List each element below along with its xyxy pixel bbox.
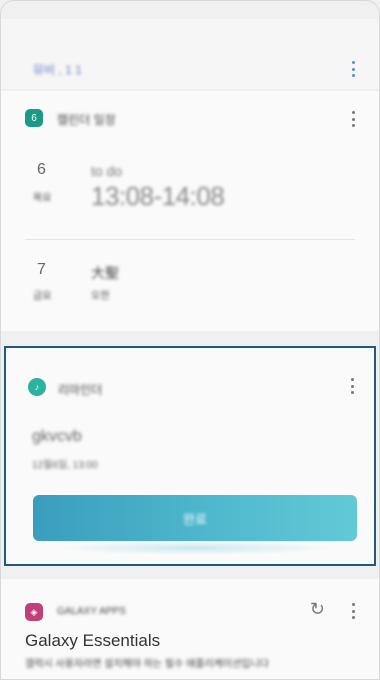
reminder-subtitle: 12월6일, 13:00 xyxy=(32,460,98,471)
galaxy-apps-title: Galaxy Essentials xyxy=(25,631,161,650)
top-card: 뮤비 , 1 1 xyxy=(1,19,379,89)
reminder-app-name: 리마인더 xyxy=(58,383,103,397)
refresh-icon[interactable]: ↻ xyxy=(310,599,325,620)
event-row-1[interactable]: 6 목요 to do 13:08-14:08 xyxy=(1,161,379,211)
event-1-day-number: 6 xyxy=(37,161,46,178)
galaxy-apps-icon: ◈ xyxy=(25,603,43,621)
event-2-day-number: 7 xyxy=(37,261,46,278)
event-2-title: 大聖 xyxy=(91,265,119,281)
complete-button[interactable]: 완료 xyxy=(33,495,357,541)
galaxy-apps-more-icon[interactable] xyxy=(351,603,355,619)
calendar-icon: 6 xyxy=(25,109,43,127)
event-row-2[interactable]: 7 금요 大聖 오전 xyxy=(1,261,379,311)
galaxy-apps-card: ◈ GALAXY APPS ↻ Galaxy Essentials 갤럭시 사용… xyxy=(1,579,379,679)
galaxy-apps-description: 갤럭시 사용자라면 설치해야 하는 필수 애플리케이션입니다 xyxy=(25,659,269,670)
galaxy-apps-name: GALAXY APPS xyxy=(57,606,126,617)
reminder-title: gkvcvb xyxy=(32,428,82,445)
top-card-more-icon[interactable] xyxy=(351,61,355,77)
schedule-app-name: 캘린더 일정 xyxy=(57,113,116,127)
top-card-title: 뮤비 , 1 1 xyxy=(33,63,82,77)
schedule-card: 6 캘린더 일정 6 목요 to do 13:08-14:08 7 금요 大聖 … xyxy=(1,91,379,331)
event-2-day-label: 금요 xyxy=(33,291,52,302)
button-shadow xyxy=(51,541,339,555)
schedule-divider xyxy=(25,239,355,240)
event-1-day-label: 목요 xyxy=(33,193,52,204)
event-2-sub: 오전 xyxy=(91,291,110,302)
event-1-title: to do xyxy=(91,163,123,179)
event-1-time: 13:08-14:08 xyxy=(91,181,225,211)
reminder-more-icon[interactable] xyxy=(350,378,354,394)
screen: 뮤비 , 1 1 6 캘린더 일정 6 목요 to do 13:08-14:08… xyxy=(0,0,380,680)
reminder-icon: ♪ xyxy=(28,378,46,396)
schedule-more-icon[interactable] xyxy=(351,111,355,127)
